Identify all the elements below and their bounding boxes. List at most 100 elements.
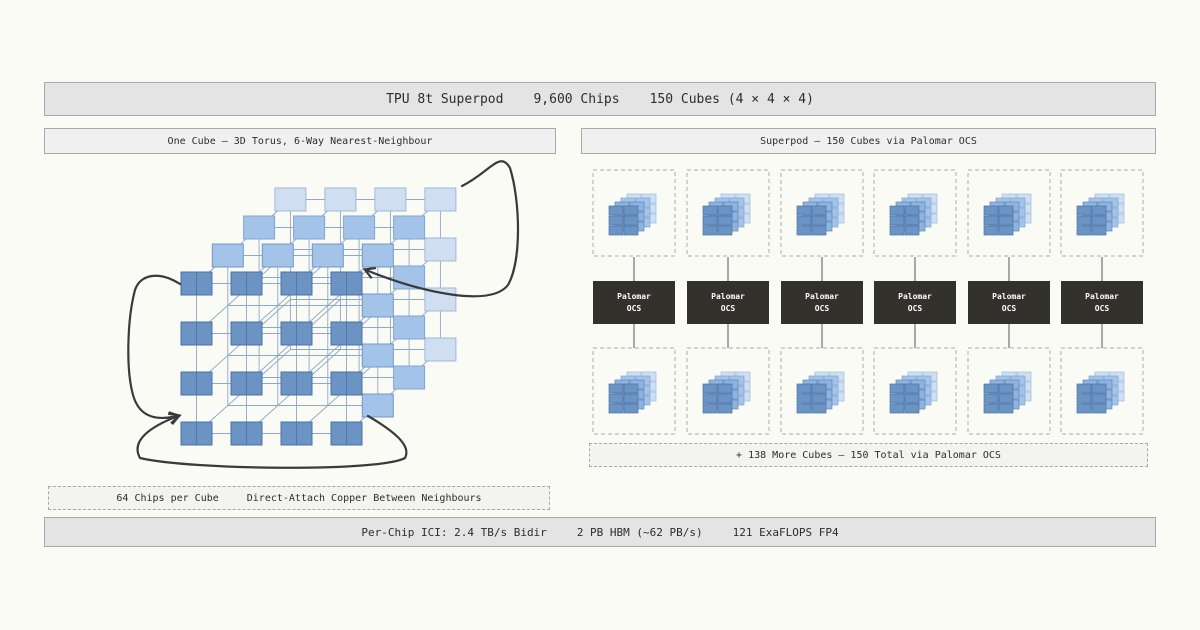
chip (243, 215, 276, 240)
ocs-label: Palomar (992, 292, 1026, 301)
palomar-ocs-switch (968, 281, 1050, 324)
mini-chip (998, 205, 1014, 216)
exaflops: 121 ExaFLOPS FP4 (732, 525, 839, 539)
mini-chip (889, 383, 905, 394)
mini-chip (702, 215, 718, 226)
mini-chip (983, 225, 999, 236)
mini-chip (983, 383, 999, 394)
cube-icon (608, 371, 657, 414)
cube-icon (1076, 371, 1125, 414)
mini-chip (796, 403, 812, 414)
pod-footer: + 138 More Cubes — 150 Total via Palomar… (589, 443, 1148, 467)
mini-chip (623, 393, 639, 404)
chip (424, 187, 457, 212)
mini-chip (608, 403, 624, 414)
hbm-capacity: 2 PB HBM (~62 PB/s) (576, 525, 703, 539)
mini-chip (811, 393, 827, 404)
mini-chip (796, 225, 812, 236)
chip (211, 243, 244, 268)
chips-per-cube: 64 Chips per Cube (116, 492, 219, 504)
mini-chip (1076, 215, 1092, 226)
more-cubes-note: + 138 More Cubes — 150 Total via Palomar… (736, 449, 1001, 461)
mini-chip (717, 215, 733, 226)
mini-chip (608, 215, 624, 226)
chip (424, 337, 457, 362)
mini-chip (1076, 393, 1092, 404)
mini-chip (1076, 403, 1092, 414)
cube-icon (796, 371, 845, 414)
wrap-arrow-left-top (127, 274, 182, 425)
mini-chip (623, 403, 639, 414)
chip (374, 187, 407, 212)
chip (361, 293, 394, 318)
ocs-label: Palomar (711, 292, 745, 301)
wrap-arrow-bottom (136, 412, 408, 469)
cube-icon (983, 193, 1032, 236)
palomar-ocs-switch (1061, 281, 1143, 324)
mini-chip (1091, 215, 1107, 226)
specs-bar: Per-Chip ICI: 2.4 TB/s Bidir 2 PB HBM (~… (44, 517, 1156, 547)
mini-chip (702, 403, 718, 414)
mini-chip (811, 225, 827, 236)
mini-chip (983, 403, 999, 414)
chip (274, 187, 307, 212)
cube-3d-torus (180, 187, 457, 446)
chip (324, 187, 357, 212)
chip (311, 243, 344, 268)
ocs-label: OCS (1002, 304, 1017, 313)
mini-chip (796, 383, 812, 394)
cube-icon (702, 371, 751, 414)
mini-chip (889, 403, 905, 414)
mini-chip (811, 403, 827, 414)
mini-chip (889, 215, 905, 226)
mini-chip (702, 205, 718, 216)
mini-chip (623, 225, 639, 236)
mini-chip (796, 393, 812, 404)
mini-chip (1091, 403, 1107, 414)
chip (293, 215, 326, 240)
mini-chip (608, 225, 624, 236)
mini-chip (623, 215, 639, 226)
mini-chip (904, 393, 920, 404)
mini-chip (811, 205, 827, 216)
ocs-label: OCS (908, 304, 923, 313)
chip (393, 365, 426, 390)
ici-bandwidth: Per-Chip ICI: 2.4 TB/s Bidir (361, 525, 547, 539)
superpod-grid: Palomar OCS Palomar OCS Palomar OCS Palomar OCS… (592, 169, 1144, 435)
mini-chip (1091, 205, 1107, 216)
cube-icon (796, 193, 845, 236)
mini-chip (1091, 225, 1107, 236)
chip (343, 215, 376, 240)
cube-icon (983, 371, 1032, 414)
mini-chip (983, 205, 999, 216)
cube-icon (889, 193, 938, 236)
cube-icon (1076, 193, 1125, 236)
palomar-ocs-switch (874, 281, 956, 324)
mini-chip (983, 393, 999, 404)
mini-chip (1091, 393, 1107, 404)
mini-chip (998, 393, 1014, 404)
mini-chip (608, 205, 624, 216)
mini-chip (717, 205, 733, 216)
palomar-ocs-switch (593, 281, 675, 324)
mini-chip (983, 215, 999, 226)
mini-chip (796, 215, 812, 226)
chip (393, 215, 426, 240)
mini-chip (608, 383, 624, 394)
palomar-ocs-switch (781, 281, 863, 324)
cube-footer: 64 Chips per Cube Direct-Attach Copper B… (48, 486, 550, 510)
mini-chip (1091, 383, 1107, 394)
mini-chip (623, 205, 639, 216)
chip (424, 237, 457, 262)
ocs-label: Palomar (898, 292, 932, 301)
mini-chip (1076, 205, 1092, 216)
mini-chip (702, 225, 718, 236)
cube-icon (889, 371, 938, 414)
mini-chip (889, 225, 905, 236)
mini-chip (811, 383, 827, 394)
mini-chip (717, 225, 733, 236)
mini-chip (904, 225, 920, 236)
mini-chip (904, 383, 920, 394)
mini-chip (998, 403, 1014, 414)
ocs-label: OCS (815, 304, 830, 313)
